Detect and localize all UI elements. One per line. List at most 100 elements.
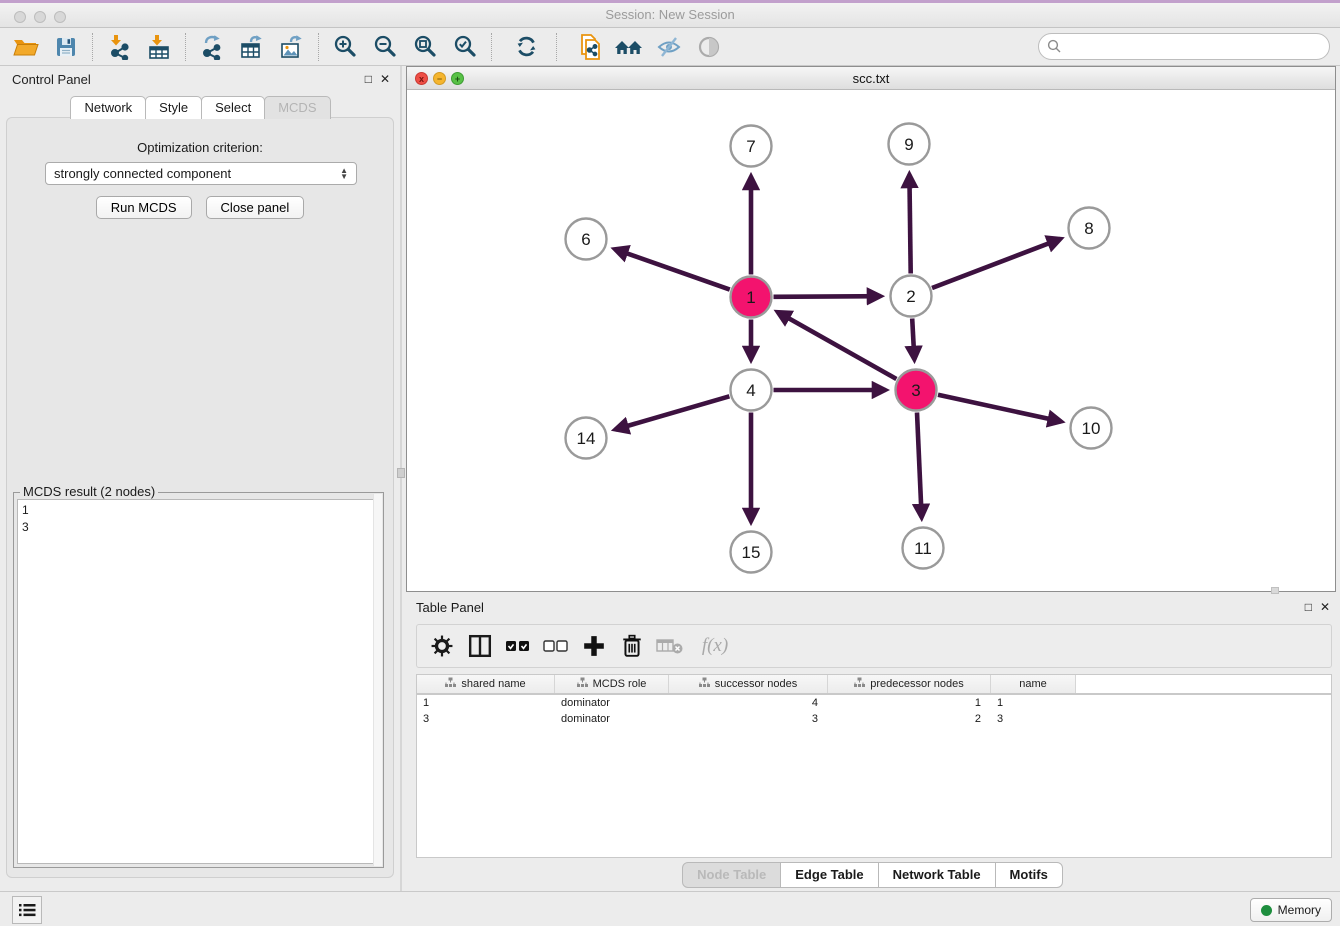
network-graph[interactable]: 7 9 6 8 1 2 4 3 14 10 15 11: [407, 90, 1335, 591]
node-2[interactable]: 2: [891, 276, 932, 317]
show-all-icon[interactable]: [689, 30, 729, 64]
open-session-icon[interactable]: [6, 30, 46, 64]
zoom-out-icon[interactable]: [365, 30, 405, 64]
result-scrollbar[interactable]: [373, 494, 382, 866]
table-panel-title: Table Panel: [416, 600, 484, 615]
cell-shared-name[interactable]: 1: [417, 695, 555, 711]
tab-network[interactable]: Network: [70, 96, 146, 119]
network-window-titlebar[interactable]: x − + scc.txt: [407, 67, 1335, 90]
cell-name[interactable]: 3: [991, 711, 1076, 727]
node-6[interactable]: 6: [566, 219, 607, 260]
node-3[interactable]: 3: [896, 370, 937, 411]
task-history-button[interactable]: [12, 896, 42, 924]
edge-2-3[interactable]: [912, 318, 914, 359]
add-column-icon[interactable]: [579, 631, 609, 661]
cell-name[interactable]: 1: [991, 695, 1076, 711]
unselect-all-icon[interactable]: [541, 631, 571, 661]
edge-4-14[interactable]: [615, 396, 729, 429]
node-label: 7: [746, 137, 755, 156]
table-row[interactable]: 1dominator411: [417, 695, 1331, 711]
close-table-panel-icon[interactable]: ✕: [1320, 600, 1330, 614]
search-field[interactable]: [1038, 33, 1330, 60]
cell-predecessor-nodes[interactable]: 1: [828, 695, 991, 711]
close-panel-button[interactable]: Close panel: [206, 196, 305, 219]
tab-style[interactable]: Style: [145, 96, 202, 119]
import-network-icon[interactable]: [99, 30, 139, 64]
toolbar-separator: [556, 33, 557, 61]
float-table-panel-icon[interactable]: □: [1305, 600, 1312, 614]
edge-1-6[interactable]: [615, 249, 730, 289]
search-input[interactable]: [1062, 37, 1329, 57]
edge-3-1[interactable]: [778, 312, 897, 379]
cell-successor-nodes[interactable]: 4: [669, 695, 828, 711]
close-panel-icon[interactable]: ✕: [380, 72, 390, 86]
node-table[interactable]: shared name MCDS role successor nodes prede…: [416, 674, 1332, 858]
edge-1-2[interactable]: [773, 296, 880, 297]
criterion-select[interactable]: strongly connected component ▲▼: [45, 162, 357, 185]
export-network-icon[interactable]: [192, 30, 232, 64]
edge-2-9[interactable]: [909, 174, 910, 273]
zoom-selected-icon[interactable]: [445, 30, 485, 64]
table-panel: Table Panel □ ✕ f(x) shared: [404, 594, 1340, 891]
hide-selected-icon[interactable]: [649, 30, 689, 64]
tab-edge-table[interactable]: Edge Table: [780, 862, 878, 888]
table-options-icon[interactable]: [427, 631, 457, 661]
edge-2-8[interactable]: [932, 239, 1060, 288]
tab-mcds[interactable]: MCDS: [264, 96, 330, 119]
cell-predecessor-nodes[interactable]: 2: [828, 711, 991, 727]
node-14[interactable]: 14: [566, 418, 607, 459]
edge-3-10[interactable]: [938, 395, 1061, 422]
zoom-in-icon[interactable]: [325, 30, 365, 64]
delete-column-icon[interactable]: [617, 631, 647, 661]
tab-network-table[interactable]: Network Table: [878, 862, 996, 888]
zoom-fit-icon[interactable]: [405, 30, 445, 64]
node-7[interactable]: 7: [731, 126, 772, 167]
node-9[interactable]: 9: [889, 124, 930, 165]
apply-layout-icon[interactable]: [506, 30, 546, 64]
float-panel-icon[interactable]: □: [365, 72, 372, 86]
cell-successor-nodes[interactable]: 3: [669, 711, 828, 727]
column-label: shared name: [461, 678, 525, 690]
cell-MCDS-role[interactable]: dominator: [555, 711, 669, 727]
node-4[interactable]: 4: [731, 370, 772, 411]
column-header-shared-name[interactable]: shared name: [417, 675, 555, 693]
column-header-MCDS-role[interactable]: MCDS role: [555, 675, 669, 693]
node-8[interactable]: 8: [1069, 208, 1110, 249]
network-resize-handle[interactable]: [1271, 587, 1279, 594]
select-all-icon[interactable]: [503, 631, 533, 661]
duplicate-network-icon[interactable]: [569, 30, 609, 64]
column-header-name[interactable]: name: [991, 675, 1076, 693]
mcds-result-text[interactable]: 1 3: [17, 499, 380, 864]
cell-shared-name[interactable]: 3: [417, 711, 555, 727]
export-image-icon[interactable]: [272, 30, 312, 64]
network-view-window[interactable]: x − + scc.txt 7 9 6 8 1 2 4 3 14 10 15 11: [406, 66, 1336, 592]
save-session-icon[interactable]: [46, 30, 86, 64]
table-row[interactable]: 3dominator323: [417, 711, 1331, 727]
memory-button[interactable]: Memory: [1250, 898, 1332, 922]
column-header-predecessor-nodes[interactable]: predecessor nodes: [828, 675, 991, 693]
network-canvas[interactable]: 7 9 6 8 1 2 4 3 14 10 15 11: [407, 90, 1335, 591]
toolbar-separator: [92, 33, 93, 61]
control-panel-tabs: Network Style Select MCDS: [0, 96, 400, 119]
node-10[interactable]: 10: [1071, 408, 1112, 449]
panel-divider-handle[interactable]: [397, 468, 405, 478]
table-body: 1dominator4113dominator323: [417, 695, 1331, 727]
node-11[interactable]: 11: [903, 528, 944, 569]
column-label: successor nodes: [715, 678, 798, 690]
tab-motifs[interactable]: Motifs: [995, 862, 1063, 888]
column-header-successor-nodes[interactable]: successor nodes: [669, 675, 828, 693]
tab-select[interactable]: Select: [201, 96, 265, 119]
edge-3-11[interactable]: [917, 412, 922, 517]
node-1[interactable]: 1: [731, 277, 772, 318]
sort-hierarchy-icon: [577, 677, 588, 691]
import-table-icon[interactable]: [139, 30, 179, 64]
cell-MCDS-role[interactable]: dominator: [555, 695, 669, 711]
tab-node-table[interactable]: Node Table: [682, 862, 781, 888]
first-neighbors-icon[interactable]: [609, 30, 649, 64]
export-table-icon[interactable]: [232, 30, 272, 64]
node-15[interactable]: 15: [731, 532, 772, 573]
show-column-icon[interactable]: [465, 631, 495, 661]
node-label: 2: [906, 287, 915, 306]
run-mcds-button[interactable]: Run MCDS: [96, 196, 192, 219]
column-label: MCDS role: [593, 678, 647, 690]
